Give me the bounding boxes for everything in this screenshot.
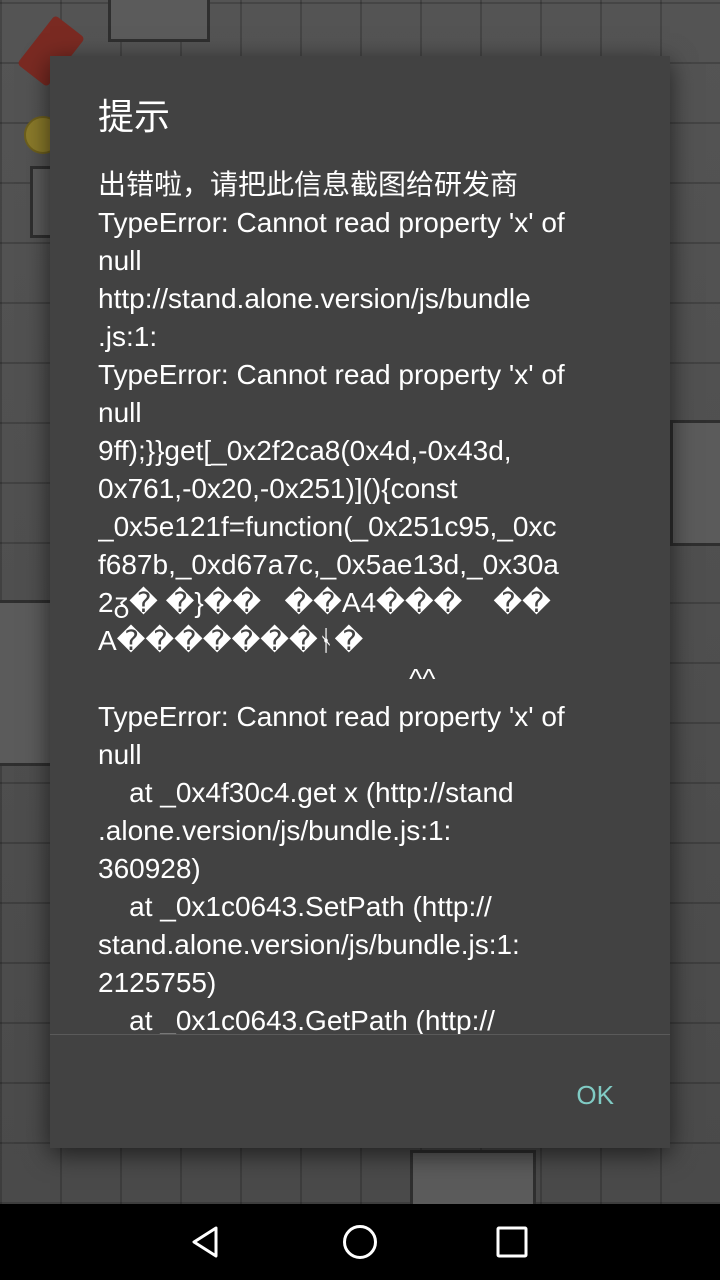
message-line: 360928) bbox=[98, 853, 201, 884]
message-line: TypeError: Cannot read property 'x' of bbox=[98, 207, 565, 238]
message-line: ^^ bbox=[98, 663, 436, 694]
back-triangle-icon bbox=[192, 1226, 218, 1258]
message-line: at _0x4f30c4.get x (http://stand bbox=[98, 777, 514, 808]
message-line: 0x761,-0x20,-0x251)](){const bbox=[98, 473, 458, 504]
back-button[interactable] bbox=[182, 1218, 230, 1266]
recents-square-icon bbox=[496, 1226, 528, 1258]
recents-button[interactable] bbox=[488, 1218, 536, 1266]
message-line: .alone.version/js/bundle.js:1: bbox=[98, 815, 452, 846]
message-line: TypeError: Cannot read property 'x' of bbox=[98, 359, 565, 390]
message-line: 2125755) bbox=[98, 967, 217, 998]
message-line: at _0x1c0643.GetPath (http:// bbox=[98, 1005, 495, 1034]
dialog-divider bbox=[50, 1034, 670, 1035]
message-line: 2ᵹ� �}�� ��A4��� �� bbox=[98, 587, 551, 618]
dialog-title: 提示 bbox=[98, 97, 171, 138]
screen: 提示 出错啦，请把此信息截图给研发商 TypeError: Cannot rea… bbox=[0, 0, 720, 1280]
message-line: null bbox=[98, 397, 142, 428]
message-line: A�������ᛀ� bbox=[98, 625, 364, 656]
message-line: _0x5e121f=function(_0x251c95,_0xc bbox=[98, 511, 557, 542]
ok-button[interactable]: OK bbox=[568, 1074, 622, 1117]
message-line: .js:1: bbox=[98, 321, 158, 352]
alert-dialog: 提示 出错啦，请把此信息截图给研发商 TypeError: Cannot rea… bbox=[50, 56, 670, 1148]
message-line: http://stand.alone.version/js/bundle bbox=[98, 283, 531, 314]
message-line: at _0x1c0643.SetPath (http:// bbox=[98, 891, 492, 922]
dialog-message[interactable]: 出错啦，请把此信息截图给研发商 TypeError: Cannot read p… bbox=[98, 166, 628, 1034]
message-line: 出错啦，请把此信息截图给研发商 bbox=[98, 169, 519, 200]
navigation-bar bbox=[0, 1204, 720, 1280]
message-line: null bbox=[98, 739, 142, 770]
message-line: null bbox=[98, 245, 142, 276]
home-button[interactable] bbox=[336, 1218, 384, 1266]
message-line: TypeError: Cannot read property 'x' of bbox=[98, 701, 565, 732]
message-line: 9ff);}}get[_0x2f2ca8(0x4d,-0x43d, bbox=[98, 435, 512, 466]
message-line: f687b,_0xd67a7c,_0x5ae13d,_0x30a bbox=[98, 549, 559, 580]
game-tile bbox=[670, 420, 720, 546]
message-line: stand.alone.version/js/bundle.js:1: bbox=[98, 929, 520, 960]
game-tile bbox=[0, 600, 56, 766]
game-tile bbox=[108, 0, 210, 42]
home-circle-icon bbox=[343, 1225, 377, 1259]
